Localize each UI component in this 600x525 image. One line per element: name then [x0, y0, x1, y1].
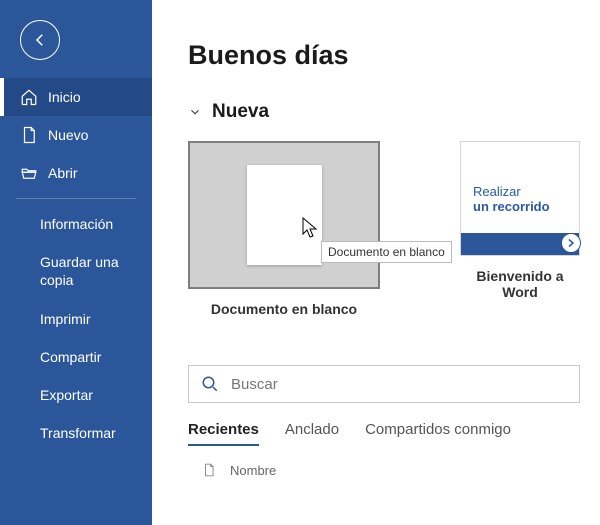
sidebar-item-label: Nuevo [48, 127, 88, 143]
document-icon [20, 126, 38, 144]
sidebar-item-label: Inicio [48, 89, 81, 105]
sidebar-item-label: Abrir [48, 165, 78, 181]
sidebar-sub-print[interactable]: Imprimir [0, 300, 152, 338]
sidebar-item-new[interactable]: Nuevo [0, 116, 152, 154]
tab-shared[interactable]: Compartidos conmigo [365, 421, 511, 446]
main-area: Buenos días Nueva Documento en blanco Do… [152, 0, 600, 525]
tour-line1: Realizar [473, 184, 521, 199]
template-thumbnail: Realizar un recorrido [460, 141, 580, 256]
tab-pinned[interactable]: Anclado [285, 421, 339, 446]
search-input[interactable]: Buscar [188, 365, 580, 403]
sidebar-sub-info[interactable]: Información [0, 205, 152, 243]
greeting-title: Buenos días [188, 40, 580, 71]
document-icon [202, 462, 216, 478]
template-blank-document[interactable]: Documento en blanco Documento en blanco [188, 141, 380, 317]
arrow-right-icon [561, 233, 581, 253]
sidebar-sub-transform[interactable]: Transformar [0, 414, 152, 452]
sidebar-item-open[interactable]: Abrir [0, 154, 152, 192]
sidebar-sub-share[interactable]: Compartir [0, 338, 152, 376]
tab-recent[interactable]: Recientes [188, 421, 259, 446]
sidebar-divider [16, 198, 136, 199]
template-label: Bienvenido a Word [460, 268, 580, 300]
folder-open-icon [20, 164, 38, 182]
search-placeholder: Buscar [231, 376, 278, 393]
tooltip: Documento en blanco [321, 241, 452, 263]
template-tiles: Documento en blanco Documento en blanco … [188, 141, 580, 317]
column-name-header[interactable]: Nombre [230, 463, 276, 478]
arrow-left-icon [31, 31, 49, 49]
template-welcome-tour[interactable]: Realizar un recorrido Bienvenido a Word [460, 141, 580, 317]
recent-tabs: Recientes Anclado Compartidos conmigo [188, 421, 580, 446]
template-thumbnail: Documento en blanco [188, 141, 380, 289]
chevron-down-icon [188, 105, 202, 119]
sidebar-sub-export[interactable]: Exportar [0, 376, 152, 414]
blank-page-graphic [247, 165, 322, 265]
list-header-row: Nombre [188, 462, 580, 478]
sidebar-item-home[interactable]: Inicio [0, 78, 152, 116]
back-button[interactable] [20, 20, 60, 60]
sidebar: Inicio Nuevo Abrir Información Guardar u… [0, 0, 152, 525]
section-new-header[interactable]: Nueva [188, 101, 580, 123]
section-new-label: Nueva [212, 101, 269, 123]
sidebar-sub-savecopy[interactable]: Guardar una copia [0, 243, 152, 299]
tour-line2: un recorrido [473, 199, 550, 214]
home-icon [20, 88, 38, 106]
template-label: Documento en blanco [188, 301, 380, 317]
search-icon [201, 375, 219, 393]
